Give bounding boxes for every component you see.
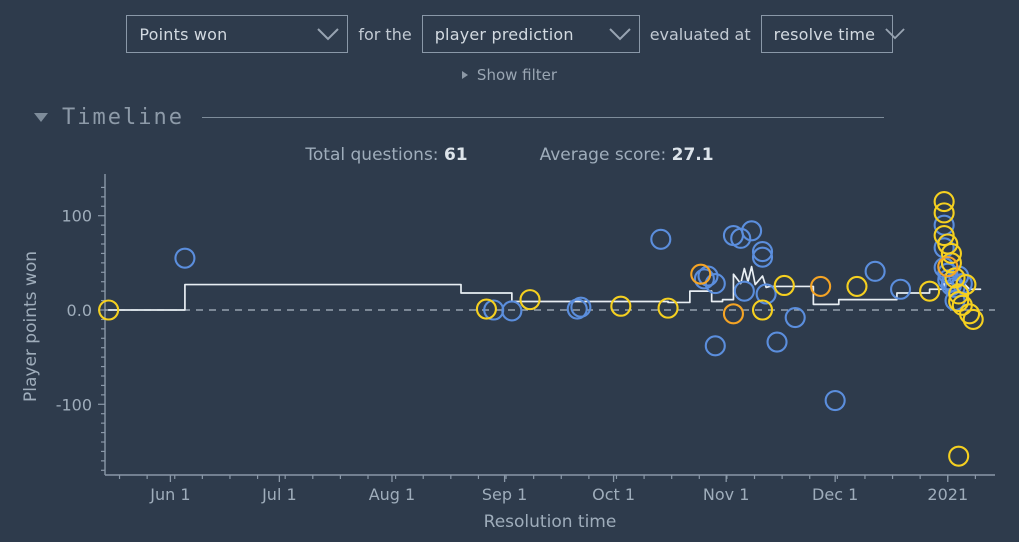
timing-select[interactable]: resolve time bbox=[760, 15, 905, 53]
target-select[interactable]: player prediction bbox=[421, 15, 640, 53]
x-axis-title: Resolution time bbox=[484, 512, 617, 532]
data-point-marker[interactable] bbox=[962, 308, 984, 330]
data-point-marker[interactable] bbox=[933, 202, 955, 224]
y-axis-tick-label: -100 bbox=[56, 395, 92, 414]
query-control-bar: Points won for the player prediction eva… bbox=[0, 14, 1019, 54]
data-point-marker[interactable] bbox=[784, 306, 806, 329]
x-axis-tick-label: Dec 1 bbox=[812, 485, 858, 504]
timeline-section-title: Timeline bbox=[62, 104, 184, 130]
total-questions-value: 61 bbox=[443, 145, 468, 165]
x-axis-tick-label: Jun 1 bbox=[149, 485, 190, 504]
data-point-marker[interactable] bbox=[174, 247, 196, 269]
data-point-marker[interactable] bbox=[864, 260, 886, 282]
average-score-label: Average score: bbox=[539, 145, 667, 165]
timing-select-value: resolve time bbox=[773, 24, 876, 44]
metric-select[interactable]: Points won bbox=[126, 15, 349, 53]
chart-axes bbox=[98, 174, 995, 482]
x-axis-tick-label: Aug 1 bbox=[369, 485, 416, 504]
chart-markers bbox=[98, 191, 984, 467]
y-axis-tick-label: 0.0 bbox=[67, 301, 92, 320]
x-axis-tick-label: Nov 1 bbox=[703, 485, 750, 504]
data-point-marker[interactable] bbox=[733, 280, 755, 302]
data-point-marker[interactable] bbox=[824, 389, 846, 412]
chart-axis-labels: 100 0.0 -100 Jun 1 Jul 1 Aug 1 Sep 1 Oct 1 Nov 1… bbox=[21, 207, 968, 532]
data-point-marker[interactable] bbox=[846, 275, 868, 297]
show-filter-toggle[interactable]: Show filter bbox=[0, 66, 1019, 84]
triangle-down-icon[interactable] bbox=[34, 112, 48, 122]
timeline-chart: 100 0.0 -100 Jun 1 Jul 1 Aug 1 Sep 1 Oct 1 Nov 1… bbox=[0, 170, 1019, 542]
y-axis-tick-label: 100 bbox=[61, 207, 92, 226]
summary-stats: Total questions: 61 Average score: 27.1 bbox=[0, 145, 1019, 165]
triangle-right-icon bbox=[461, 71, 468, 79]
chevron-down-icon bbox=[587, 27, 631, 41]
data-point-marker[interactable] bbox=[722, 303, 744, 325]
x-axis-tick-label: Sep 1 bbox=[482, 485, 527, 504]
data-point-marker[interactable] bbox=[610, 295, 632, 317]
header-divider bbox=[201, 116, 884, 118]
show-filter-label: Show filter bbox=[476, 66, 558, 84]
conjunction-for-the: for the bbox=[358, 24, 412, 44]
data-point-marker[interactable] bbox=[519, 289, 541, 311]
x-axis-tick-label: Oct 1 bbox=[592, 485, 635, 504]
x-axis-tick-label: Jul 1 bbox=[261, 485, 297, 504]
chevron-down-icon bbox=[295, 27, 340, 41]
metric-select-value: Points won bbox=[139, 24, 228, 44]
data-point-marker[interactable] bbox=[704, 335, 726, 357]
data-point-marker[interactable] bbox=[933, 191, 955, 213]
y-axis-title: Player points won bbox=[21, 251, 41, 402]
chart-step-line bbox=[107, 265, 982, 311]
chevron-down-icon bbox=[875, 28, 905, 40]
data-point-marker[interactable] bbox=[501, 300, 523, 322]
average-score-value: 27.1 bbox=[671, 145, 714, 165]
data-point-marker[interactable] bbox=[948, 445, 970, 467]
data-point-marker[interactable] bbox=[766, 331, 788, 353]
total-questions-stat: Total questions: 61 bbox=[305, 145, 467, 165]
conjunction-evaluated-at: evaluated at bbox=[649, 24, 751, 44]
data-point-marker[interactable] bbox=[773, 274, 795, 297]
data-point-marker[interactable] bbox=[890, 278, 912, 300]
x-axis-tick-label: 2021 bbox=[927, 485, 968, 504]
total-questions-label: Total questions: bbox=[305, 145, 439, 165]
average-score-stat: Average score: 27.1 bbox=[540, 145, 714, 165]
timeline-section-header: Timeline bbox=[34, 102, 884, 132]
data-point-marker[interactable] bbox=[650, 228, 672, 250]
target-select-value: player prediction bbox=[434, 24, 574, 44]
chart-canvas: 100 0.0 -100 Jun 1 Jul 1 Aug 1 Sep 1 Oct 1 Nov 1… bbox=[21, 174, 995, 532]
